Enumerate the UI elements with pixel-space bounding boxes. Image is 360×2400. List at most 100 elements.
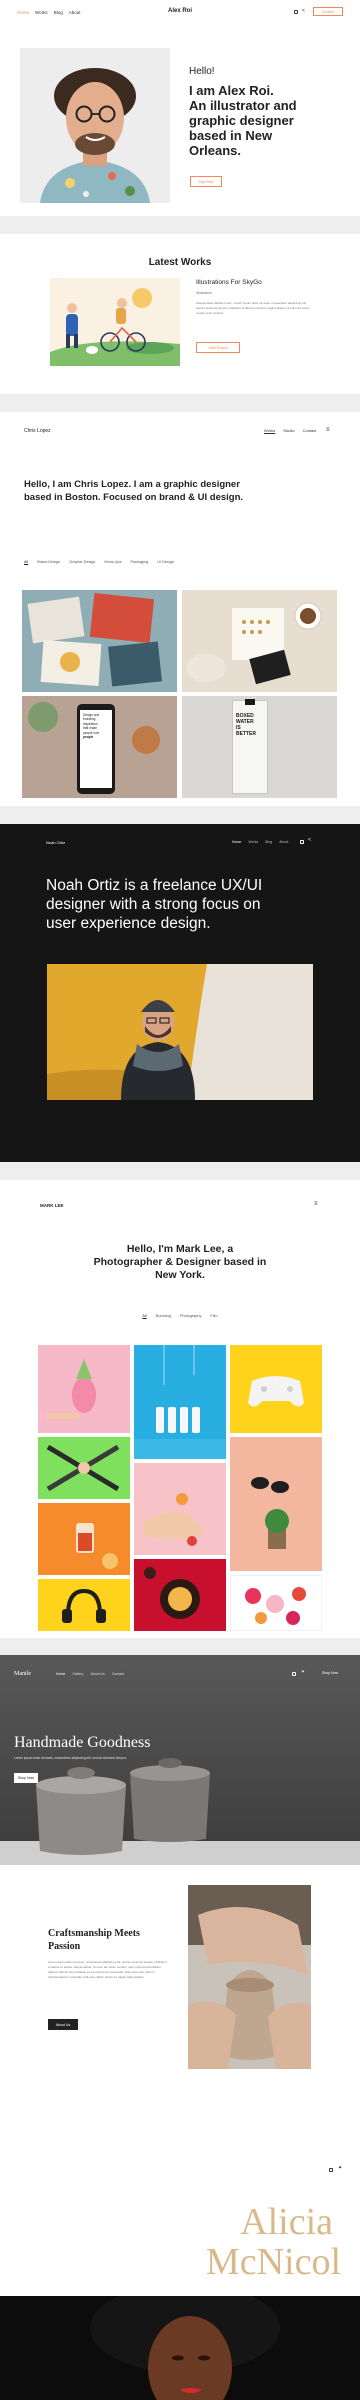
filter-film[interactable]: Film [210, 1314, 217, 1318]
instagram-icon[interactable] [300, 840, 304, 844]
share-icon[interactable]: < [302, 9, 305, 14]
nav-works[interactable]: Works [248, 840, 258, 844]
nav-about[interactable]: About [69, 10, 81, 15]
phone-text: people [83, 735, 94, 740]
headline-line: Photographer & Designer based in [93, 1256, 267, 1268]
carton-cap [245, 699, 255, 705]
portfolio-item-magazines[interactable] [22, 590, 177, 692]
gallery-item-fruits[interactable] [230, 1575, 322, 1631]
gallery-item-hands[interactable] [38, 1437, 130, 1499]
gallery-item-drink[interactable] [38, 1503, 130, 1575]
instagram-icon[interactable] [329, 2168, 333, 2172]
nav-home[interactable]: Home [232, 840, 241, 844]
headline-line: based in Boston. Focused on brand & UI d… [24, 492, 244, 503]
card-chris-lopez: Chris Lopez Works Studio Contact ≡ Hello… [0, 412, 360, 806]
card-mark-lee: MARK LEE ≡ Hello, I'm Mark Lee, a Photog… [0, 1180, 360, 1638]
filter-all[interactable]: All [142, 1314, 146, 1318]
nav-contact[interactable]: Contact [303, 428, 317, 433]
portfolio-item-cards[interactable] [182, 590, 337, 692]
hero-name: Alicia McNicol [176, 2202, 341, 2282]
phone-mockup: Design and branding inspiration that mak… [77, 704, 115, 794]
site-logo[interactable]: MARK LEE [40, 1203, 64, 1208]
headline-line: designer with a strong focus on [46, 896, 261, 913]
hero-banner: Mantle Home Gallery About Us Contact ✦ S… [0, 1655, 360, 1865]
instagram-icon[interactable] [294, 10, 298, 14]
gallery-item-bottles[interactable] [134, 1345, 226, 1459]
nav-home[interactable]: Home [17, 10, 29, 15]
main-nav: Works Studio Contact [264, 428, 316, 433]
contact-button[interactable]: Contact [313, 7, 343, 16]
project-description: Suspendisse facilisis lorem. Lorem ipsum… [196, 301, 310, 315]
card-noah-ortiz: Noah Ortiz Home Works Blog About < Noah … [0, 824, 360, 1162]
site-logo[interactable]: Alex Roi [168, 8, 192, 14]
nav-blog[interactable]: Blog [54, 10, 63, 15]
twitter-icon[interactable]: ✦ [338, 2166, 342, 2171]
headline-line: based in New [189, 128, 273, 143]
gallery-item-headphones[interactable] [38, 1579, 130, 1631]
filter-graphic-design[interactable]: Graphic Design [69, 560, 95, 564]
share-icon[interactable]: < [308, 838, 311, 843]
headline-line: user experience design. [46, 915, 211, 932]
carton-box: BOXED WATER IS BETTER [232, 699, 268, 794]
nav-about[interactable]: About [279, 840, 288, 844]
main-nav: Home Works Blog About [232, 840, 288, 844]
hero-headline: Noah Ortiz is a freelance UX/UI designer… [46, 876, 346, 933]
gallery-item-pineapple[interactable] [38, 1345, 130, 1433]
project-title[interactable]: Illustrations For SkyGo [196, 279, 262, 286]
greeting: Hello! [189, 66, 215, 77]
project-tag: Illustration [196, 291, 212, 295]
copper-cup [132, 726, 160, 754]
site-logo[interactable]: Chris Lopez [24, 428, 51, 434]
gallery-item-hand-pink[interactable] [134, 1463, 226, 1555]
phone-screen: Design and branding inspiration that mak… [80, 710, 112, 788]
headline-line: New York. [155, 1269, 205, 1281]
menu-icon[interactable]: ≡ [314, 1201, 318, 1207]
filter-bar: All Brand Design Graphic Design Mock-Ups… [24, 560, 174, 564]
filter-branding[interactable]: Branding [156, 1314, 171, 1318]
headline-line: Hello, I'm Mark Lee, a [126, 1243, 234, 1255]
nav-works[interactable]: Works [264, 428, 275, 433]
name-line: Alicia [240, 2201, 333, 2243]
filter-ui-design[interactable]: UI Design [157, 560, 174, 564]
filter-brand-design[interactable]: Brand Design [37, 560, 60, 564]
hero-headline: Hello, I'm Mark Lee, a Photographer & De… [0, 1243, 360, 1282]
filter-mock-ups[interactable]: Mock-Ups [104, 560, 121, 564]
nav-works[interactable]: Works [35, 10, 48, 15]
section-title: Latest Works [148, 257, 212, 268]
portfolio-item-carton[interactable]: BOXED WATER IS BETTER [182, 696, 337, 798]
hero-photo [47, 964, 313, 1100]
nav-blog[interactable]: Blog [265, 840, 272, 844]
craft-title-line: Passion [48, 1941, 81, 1952]
craft-title: Craftsmanship Meets Passion [48, 1927, 140, 1953]
card-alex-roi: Home Works Blog About Alex Roi < Contact… [0, 0, 360, 216]
pottery-photo [188, 1885, 311, 2069]
menu-icon[interactable]: ≡ [326, 427, 330, 433]
card-mantle: Mantle Home Gallery About Us Contact ✦ S… [0, 1655, 360, 2200]
portfolio-item-phone[interactable]: Design and branding inspiration that mak… [22, 696, 177, 798]
hero-headline: Hello, I am Chris Lopez. I am a graphic … [24, 478, 344, 504]
gallery-item-sunglasses[interactable] [230, 1437, 322, 1571]
gallery-item-gamepad[interactable] [230, 1345, 322, 1433]
carton-text: BETTER [236, 731, 256, 737]
plant-pot [28, 702, 58, 732]
gallery-item-red-food[interactable] [134, 1559, 226, 1631]
nav-studio[interactable]: Studio [283, 428, 294, 433]
site-logo[interactable]: Noah Ortiz [46, 840, 65, 845]
card-alicia-mcnicol: Alicia McNicol [0, 2200, 360, 2400]
about-us-button[interactable]: About Us [48, 2019, 78, 2030]
headline-line: graphic designer [189, 113, 294, 128]
headline-line: Orleans. [189, 143, 242, 158]
filter-packaging[interactable]: Packaging [131, 560, 149, 564]
portrait-photo [20, 48, 170, 203]
filter-photography[interactable]: Photography [180, 1314, 202, 1318]
headline-line: Hello, I am Chris Lopez. I am a graphic … [24, 479, 240, 490]
headline-line: I am Alex Roi. [189, 83, 274, 98]
say-hello-button[interactable]: Say Hello [190, 176, 222, 187]
hero-headline: I am Alex Roi. An illustrator and graphi… [189, 83, 354, 158]
project-illustration [50, 278, 180, 366]
portrait-photo [0, 2296, 360, 2400]
name-line: McNicol [205, 2241, 341, 2283]
filter-all[interactable]: All [24, 560, 28, 564]
view-project-button[interactable]: View Project [196, 342, 240, 353]
ceramic-jars [0, 1758, 360, 1865]
